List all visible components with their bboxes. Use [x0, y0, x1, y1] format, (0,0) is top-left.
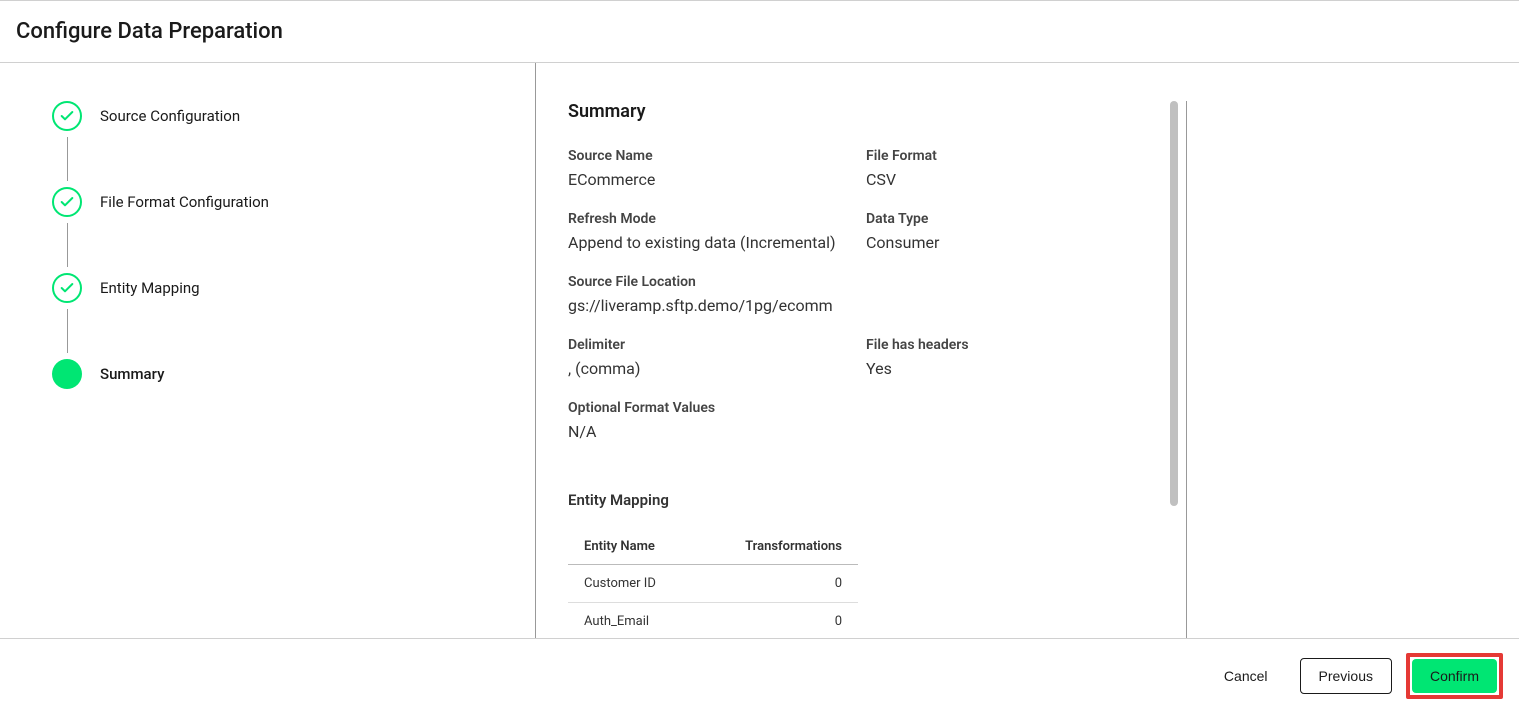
check-icon — [52, 187, 82, 217]
active-step-icon — [52, 359, 82, 389]
summary-label: Source File Location — [568, 274, 1134, 290]
summary-value: gs://liveramp.sftp.demo/1pg/ecomm — [568, 296, 1134, 315]
summary-label: Optional Format Values — [568, 400, 1134, 416]
summary-value: , (comma) — [568, 359, 866, 378]
summary-field-data-type: Data Type Consumer — [866, 211, 1134, 252]
transformations-cell: 0 — [697, 603, 858, 641]
confirm-button[interactable]: Confirm — [1412, 659, 1497, 693]
entity-mapping-table: Entity Name Transformations Customer ID … — [568, 529, 858, 641]
step-label: Source Configuration — [100, 107, 240, 125]
summary-field-source-file-location: Source File Location gs://liveramp.sftp.… — [568, 274, 1134, 315]
confirm-highlight: Confirm — [1406, 653, 1503, 699]
step-file-format-configuration[interactable]: File Format Configuration — [52, 187, 515, 217]
step-connector — [67, 309, 68, 353]
summary-field-delimiter: Delimiter , (comma) — [568, 337, 866, 378]
summary-field-source-name: Source Name ECommerce — [568, 148, 866, 189]
step-connector — [67, 137, 68, 181]
summary-panel: Summary Source Name ECommerce File Forma… — [536, 63, 1186, 661]
summary-label: Delimiter — [568, 337, 866, 353]
summary-value: N/A — [568, 422, 1134, 441]
summary-value: CSV — [866, 170, 1134, 189]
table-row: Auth_Email 0 — [568, 603, 858, 641]
entity-name-cell: Auth_Email — [568, 603, 697, 641]
entity-name-cell: Customer ID — [568, 565, 697, 603]
scrollbar[interactable] — [1170, 101, 1178, 591]
step-summary[interactable]: Summary — [52, 359, 515, 389]
step-source-configuration[interactable]: Source Configuration — [52, 101, 515, 131]
summary-label: Source Name — [568, 148, 866, 164]
scrollbar-thumb[interactable] — [1170, 101, 1178, 506]
table-header-entity-name: Entity Name — [568, 529, 697, 565]
step-label: Summary — [100, 365, 164, 383]
transformations-cell: 0 — [697, 565, 858, 603]
summary-title: Summary — [568, 101, 1134, 122]
summary-value: Append to existing data (Incremental) — [568, 233, 866, 252]
summary-field-file-has-headers: File has headers Yes — [866, 337, 1134, 378]
previous-button[interactable]: Previous — [1300, 658, 1392, 694]
step-label: File Format Configuration — [100, 193, 269, 211]
summary-value: Consumer — [866, 233, 1134, 252]
dialog-footer: Cancel Previous Confirm — [0, 638, 1519, 713]
summary-label: File has headers — [866, 337, 1134, 353]
page-title: Configure Data Preparation — [16, 19, 1503, 44]
cancel-button[interactable]: Cancel — [1206, 659, 1286, 693]
step-connector — [67, 223, 68, 267]
table-row: Customer ID 0 — [568, 565, 858, 603]
table-header-transformations: Transformations — [697, 529, 858, 565]
summary-field-file-format: File Format CSV — [866, 148, 1134, 189]
summary-label: Refresh Mode — [568, 211, 866, 227]
wizard-steps-sidebar: Source Configuration File Format Configu… — [0, 63, 536, 643]
check-icon — [52, 101, 82, 131]
entity-mapping-title: Entity Mapping — [568, 491, 1134, 509]
dialog-header: Configure Data Preparation — [0, 1, 1519, 63]
summary-field-refresh-mode: Refresh Mode Append to existing data (In… — [568, 211, 866, 252]
main-content: Source Configuration File Format Configu… — [0, 63, 1519, 643]
summary-label: Data Type — [866, 211, 1134, 227]
summary-label: File Format — [866, 148, 1134, 164]
summary-value: ECommerce — [568, 170, 866, 189]
check-icon — [52, 273, 82, 303]
summary-value: Yes — [866, 359, 1134, 378]
step-entity-mapping[interactable]: Entity Mapping — [52, 273, 515, 303]
summary-field-optional-format-values: Optional Format Values N/A — [568, 400, 1134, 441]
step-label: Entity Mapping — [100, 279, 200, 297]
